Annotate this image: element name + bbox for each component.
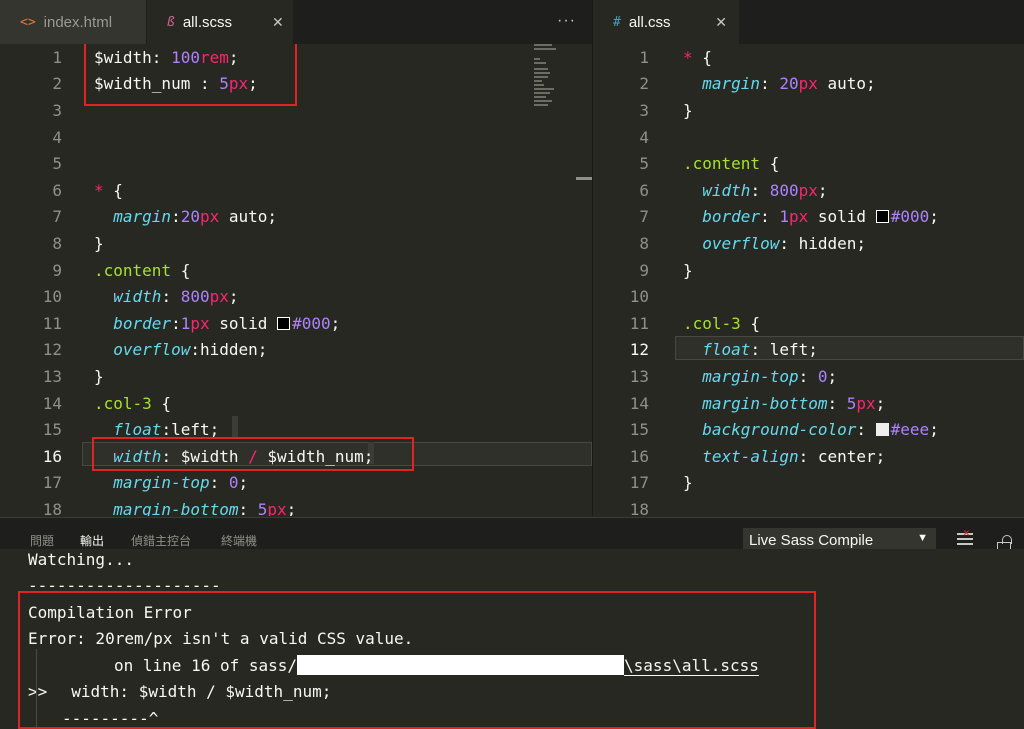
line-number: 13 — [42, 366, 62, 386]
tab-label: index.html — [43, 13, 113, 31]
code-line: 5 .content { — [593, 150, 1024, 177]
code-line: 9 .content { — [0, 257, 592, 284]
editor-tabbar-right: # all.css ✕ — [593, 0, 1024, 44]
clear-output-icon[interactable] — [957, 526, 973, 546]
close-icon[interactable]: ✕ — [675, 14, 727, 31]
code-line: 1 * { — [593, 44, 1024, 71]
code-line: 10 — [593, 283, 1024, 310]
highlight-box-error-output — [18, 591, 816, 729]
code-line: 13} — [0, 363, 592, 390]
line-number: 12 — [629, 340, 649, 360]
line-number: 4 — [639, 127, 649, 147]
panel-tab-output[interactable]: 輸出 — [80, 532, 105, 558]
line-number: 7 — [639, 207, 649, 227]
code-line: 13 margin-top: 0; — [593, 363, 1024, 390]
line-number: 17 — [42, 473, 62, 493]
tab-index-html[interactable]: <> index.html — [0, 0, 146, 44]
output-panel[interactable]: Watching... -------------------- Compila… — [0, 549, 1024, 729]
scss-editor[interactable]: 1 $width: 100rem; 2 $width_num : 5px; 3 4 … — [0, 44, 592, 516]
code-line: 4 — [593, 124, 1024, 151]
line-number: 15 — [42, 420, 62, 440]
code-brackets-icon: <> — [20, 14, 36, 30]
code-line: 5 — [0, 150, 592, 177]
code-line: 6 * { — [0, 177, 592, 204]
line-number: 6 — [52, 180, 62, 200]
code-line: 2 margin: 20px auto; — [593, 71, 1024, 98]
code-line: 8} — [0, 230, 592, 257]
code-line: 14 margin-bottom: 5px; — [593, 390, 1024, 417]
code-line: 3} — [593, 97, 1024, 124]
code-line: 7 margin:20px auto; — [0, 204, 592, 231]
color-swatch[interactable] — [875, 423, 889, 437]
line-number: 4 — [52, 127, 62, 147]
tab-label: all.scss — [182, 13, 233, 31]
line-number: 15 — [629, 420, 649, 440]
code-line: 10 width: 800px; — [0, 283, 592, 310]
line-number: 8 — [52, 233, 62, 253]
line-number: 8 — [639, 233, 649, 253]
panel-tab-terminal[interactable]: 終端機 — [221, 532, 257, 549]
highlight-box-error-line — [92, 437, 414, 471]
line-number: 11 — [42, 313, 62, 333]
code-line: 11 .col-3 { — [593, 310, 1024, 337]
line-number: 16 — [42, 446, 62, 466]
line-number: 14 — [629, 393, 649, 413]
line-number: 14 — [42, 393, 62, 413]
line-number: 2 — [639, 74, 649, 94]
line-number: 9 — [639, 260, 649, 280]
code-line: 18 margin-bottom: 5px; — [0, 496, 592, 516]
line-number: 1 — [639, 47, 649, 67]
code-line: 15 background-color: #eee; — [593, 416, 1024, 443]
hash-icon: # — [613, 14, 621, 30]
css-editor[interactable]: 1 * { 2 margin: 20px auto; 3} 4 5 .content… — [593, 44, 1024, 516]
highlight-box-variables — [84, 44, 297, 106]
code-line: 18 — [593, 496, 1024, 516]
line-number: 5 — [52, 154, 62, 174]
line-number: 11 — [629, 313, 649, 333]
code-line: 11 border:1px solid #000; — [0, 310, 592, 337]
line-number: 3 — [639, 100, 649, 120]
editor-tabbar-left: <> index.html ß all.scss ✕ ··· — [0, 0, 592, 44]
line-number: 18 — [629, 499, 649, 516]
output-line: Watching... — [28, 549, 134, 569]
code-line: 16 text-align: center; — [593, 443, 1024, 470]
line-number: 9 — [52, 260, 62, 280]
code-line: 12 overflow:hidden; — [0, 337, 592, 364]
code-line: 7 border: 1px solid #000; — [593, 204, 1024, 231]
line-number: 3 — [52, 100, 62, 120]
line-number: 10 — [629, 287, 649, 307]
code-line: 6 width: 800px; — [593, 177, 1024, 204]
line-number: 12 — [42, 340, 62, 360]
code-line: 8 overflow: hidden; — [593, 230, 1024, 257]
line-number: 10 — [42, 287, 62, 307]
color-swatch[interactable] — [875, 210, 889, 224]
line-number: 7 — [52, 207, 62, 227]
tab-all-css[interactable]: # all.css ✕ — [593, 0, 739, 44]
line-number: 16 — [629, 446, 649, 466]
line-number: 17 — [629, 473, 649, 493]
code-line: 4 — [0, 124, 592, 151]
chevron-down-icon: ▼ — [917, 532, 928, 544]
panel-tab-debug-console[interactable]: 偵錯主控台 — [131, 532, 191, 549]
tab-label: all.css — [628, 13, 671, 31]
line-number: 18 — [42, 499, 62, 516]
line-number: 6 — [639, 180, 649, 200]
line-number: 2 — [52, 74, 62, 94]
line-number: 13 — [629, 366, 649, 386]
line-number: 5 — [639, 154, 649, 174]
more-actions-icon[interactable]: ··· — [557, 12, 576, 30]
panel-tab-problems[interactable]: 問題 — [30, 532, 54, 549]
code-line: 9} — [593, 257, 1024, 284]
select-value: Live Sass Compile — [749, 532, 874, 549]
close-icon[interactable]: ✕ — [232, 14, 284, 31]
code-line: 12 float: left; — [593, 337, 1024, 364]
code-line: 14 .col-3 { — [0, 390, 592, 417]
code-line: 17} — [593, 470, 1024, 497]
tab-all-scss[interactable]: ß all.scss ✕ — [147, 0, 293, 44]
sass-icon: ß — [167, 14, 175, 30]
code-line: 17 margin-top: 0; — [0, 470, 592, 497]
color-swatch[interactable] — [277, 316, 291, 330]
line-number: 1 — [52, 47, 62, 67]
